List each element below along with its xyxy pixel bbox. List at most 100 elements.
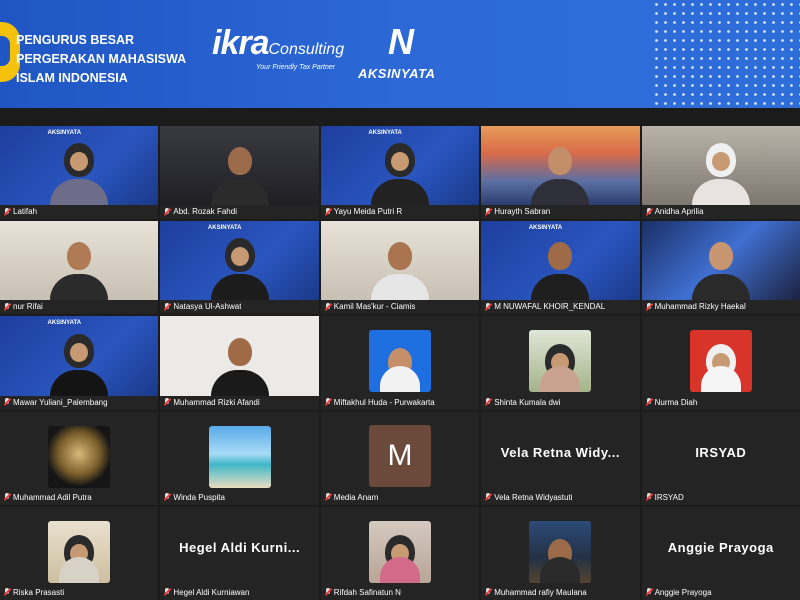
- participant-person: [210, 337, 269, 396]
- participant-name: Anidha Aprilia: [654, 207, 704, 217]
- participant-tile[interactable]: Muhammad Adil Putra: [0, 411, 159, 505]
- mic-muted-icon: [4, 207, 10, 216]
- participant-video: [641, 221, 800, 301]
- mic-muted-icon: [485, 207, 491, 216]
- participant-person: [700, 344, 741, 393]
- person-head: [224, 238, 255, 273]
- participant-name: Miftakhul Huda - Purwakarta: [333, 397, 435, 407]
- participant-video: [0, 221, 159, 301]
- participant-person: [370, 242, 429, 301]
- org-name-line: PERGERAKAN MAHASISWA: [16, 52, 187, 66]
- participant-tile[interactable]: Muhammad Rizki Afandi: [160, 316, 319, 410]
- participant-tile[interactable]: Kamil Mas'kur - Ciamis: [320, 221, 480, 315]
- person-body: [379, 556, 420, 583]
- participant-tile[interactable]: AKSINYATA Natasya Ul-Ashwat: [160, 221, 319, 315]
- participant-name: Hurayth Sabran: [494, 207, 551, 217]
- participant-tile[interactable]: nur Rifai: [0, 221, 159, 315]
- participant-name: Riska Prasasti: [13, 587, 65, 597]
- mic-muted-icon: [164, 207, 170, 216]
- participant-name-label: Nurma Diah: [646, 397, 698, 407]
- participant-person: [540, 538, 581, 583]
- participant-tile[interactable]: Vela Retna Widy... Vela Retna Widyastuti: [481, 411, 640, 505]
- participant-video: [368, 520, 431, 583]
- participant-tile[interactable]: AKSINYATA Latifah: [0, 126, 159, 220]
- participant-name-label: Anggie Prayoga: [646, 588, 712, 597]
- virtual-background-logo: AKSINYATA: [47, 130, 82, 136]
- participant-person: [210, 238, 269, 301]
- mic-muted-icon: [4, 302, 10, 311]
- person-head: [64, 143, 95, 178]
- participant-video: AKSINYATA: [0, 316, 159, 396]
- person-body: [379, 366, 420, 393]
- participant-name: Muhammad Rizki Afandi: [173, 397, 260, 407]
- participant-name: Abd. Rozak Fahdi: [173, 207, 237, 217]
- participant-tile[interactable]: Riska Prasasti: [0, 506, 159, 600]
- mic-muted-icon: [646, 302, 652, 311]
- participant-name: Media Anam: [333, 492, 379, 502]
- participant-person: [210, 147, 269, 206]
- participant-tile[interactable]: AKSINYATA M NUWAFAL KHOIR_KENDAL: [481, 221, 640, 315]
- person-body: [531, 274, 590, 301]
- participant-video: [48, 425, 111, 488]
- participant-name: Latifah: [13, 207, 38, 217]
- participant-video: [368, 330, 431, 393]
- participant-name: Winda Puspita: [173, 492, 225, 502]
- participant-tile[interactable]: Hegel Aldi Kurni... Hegel Aldi Kurniawan: [160, 506, 319, 600]
- participant-name-label: Muhammad Rizki Afandi: [164, 397, 260, 407]
- participant-tile[interactable]: AKSINYATA Yayu Meida Putri R: [320, 126, 480, 220]
- person-head: [227, 147, 252, 176]
- participant-name-label: Vela Retna Widyastuti: [485, 493, 572, 502]
- participant-tile[interactable]: Hurayth Sabran: [481, 126, 640, 220]
- virtual-background-logo: AKSINYATA: [528, 225, 563, 232]
- participant-name-label: Media Anam: [325, 493, 378, 502]
- person-head: [548, 147, 573, 176]
- person-head: [227, 337, 252, 366]
- aksinyata-logo-icon: N: [388, 21, 414, 62]
- participant-name-label: Muhammad Adil Putra: [4, 493, 92, 502]
- person-head: [387, 242, 412, 271]
- ikra-tagline: Your Friendly Tax Partner: [256, 64, 336, 71]
- participant-person: [59, 534, 100, 583]
- mic-muted-icon: [485, 398, 491, 406]
- person-head: [67, 242, 92, 271]
- participant-name-label: Shinta Kumala dwi: [485, 398, 560, 407]
- person-body: [540, 366, 581, 393]
- participant-tile[interactable]: Anggie Prayoga Anggie Prayoga: [641, 506, 800, 600]
- participant-tile[interactable]: Shinta Kumala dwi: [481, 316, 640, 410]
- participant-video: [689, 330, 752, 393]
- participant-person: [540, 344, 581, 393]
- participant-person: [691, 242, 750, 301]
- ikra-logo-word: ikra: [212, 24, 269, 62]
- mic-muted-icon: [646, 398, 652, 406]
- participant-name-label: Abd. Rozak Fahdi: [164, 207, 237, 216]
- participant-name: Yayu Meida Putri R: [333, 207, 403, 217]
- participant-name: Nurma Diah: [654, 397, 698, 407]
- participant-person: [50, 242, 109, 301]
- participant-tile[interactable]: AKSINYATA Mawar Yuliani_Palembang: [0, 316, 159, 410]
- participant-name-label: Kamil Mas'kur - Ciamis: [325, 302, 415, 311]
- ikra-logo-suffix: Consulting: [268, 41, 345, 58]
- participant-tile[interactable]: Rifdah Safinatun N: [320, 506, 480, 600]
- participant-tile[interactable]: M Media Anam: [320, 411, 480, 505]
- mic-muted-icon: [646, 207, 652, 216]
- participant-tile[interactable]: Abd. Rozak Fahdi: [160, 126, 319, 220]
- participant-name: Mawar Yuliani_Palembang: [13, 397, 108, 407]
- person-body: [370, 179, 429, 206]
- person-head: [384, 143, 415, 178]
- participant-name-label: Muhammad Rizky Haekal: [646, 302, 746, 311]
- participant-tile[interactable]: Miftakhul Huda - Purwakarta: [320, 316, 480, 410]
- participant-tile[interactable]: Muhammad rafiy Maulana: [481, 506, 640, 600]
- participant-display-name: Anggie Prayoga: [667, 539, 774, 555]
- participant-tile[interactable]: IRSYAD IRSYAD: [641, 411, 800, 505]
- mic-muted-icon: [164, 588, 170, 596]
- participant-tile[interactable]: Anidha Aprilia: [641, 126, 800, 220]
- participant-name-label: Riska Prasasti: [4, 588, 64, 597]
- participant-name-label: Mawar Yuliani_Palembang: [4, 398, 108, 407]
- participant-tile[interactable]: Nurma Diah: [641, 316, 800, 410]
- person-head: [708, 242, 733, 271]
- mic-muted-icon: [164, 493, 170, 501]
- participant-video: [208, 425, 271, 488]
- participant-tile[interactable]: Winda Puspita: [160, 411, 319, 505]
- mic-muted-icon: [325, 588, 331, 596]
- participant-tile[interactable]: Muhammad Rizky Haekal: [641, 221, 800, 315]
